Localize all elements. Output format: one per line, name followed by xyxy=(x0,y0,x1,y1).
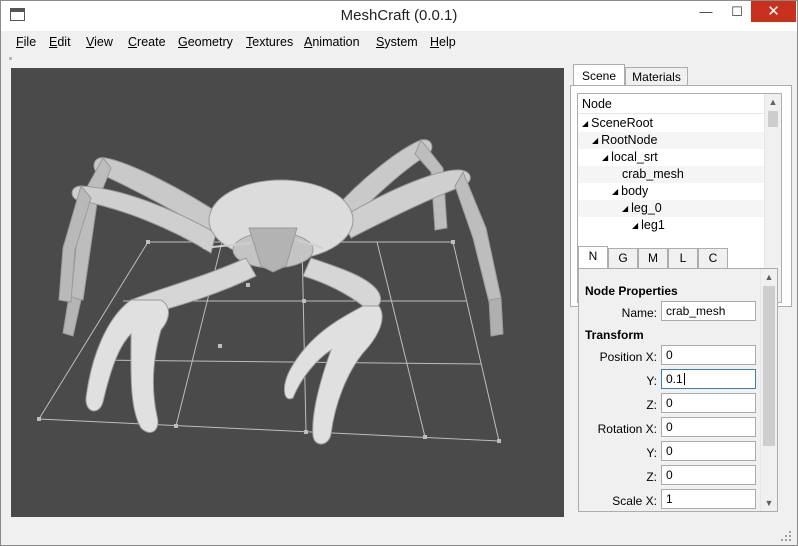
tree-row-leg-0[interactable]: ◢ leg_0 xyxy=(578,200,765,217)
tree-row-label: RootNode xyxy=(601,133,658,147)
subtab-c[interactable]: C xyxy=(698,248,728,268)
tab-scene[interactable]: Scene xyxy=(573,64,625,86)
menu-animation[interactable]: Animation xyxy=(304,35,360,49)
properties-form: Node Properties Name: crab_mesh Transfor… xyxy=(583,273,761,509)
crab-model xyxy=(58,139,504,445)
tree-row-label: leg1 xyxy=(641,218,665,232)
maximize-button[interactable]: ☐ xyxy=(722,1,752,22)
tree-row-leg1[interactable]: ◢ leg1 xyxy=(578,217,765,234)
menu-view[interactable]: View xyxy=(86,35,113,49)
scroll-down-icon[interactable]: ▼ xyxy=(761,495,777,511)
menu-help[interactable]: Help xyxy=(430,35,456,49)
menu-textures[interactable]: Textures xyxy=(246,35,293,49)
app-window: MeshCraft (0.0.1) — ☐ ✕ File Edit View C… xyxy=(0,0,798,546)
window-title: MeshCraft (0.0.1) xyxy=(340,7,458,24)
scale-x-field[interactable]: 1 xyxy=(661,489,756,509)
rotation-x-field[interactable]: 0 xyxy=(661,417,756,437)
3d-viewport[interactable] xyxy=(11,68,564,517)
position-y-field[interactable]: 0.1 xyxy=(661,369,756,389)
rotation-y-field[interactable]: 0 xyxy=(661,441,756,461)
position-y-value: 0.1 xyxy=(666,372,683,386)
menu-edit[interactable]: Edit xyxy=(49,35,71,49)
text-caret xyxy=(683,373,685,385)
tree-row-label: local_srt xyxy=(611,150,658,164)
menu-file[interactable]: File xyxy=(16,35,36,49)
expanded-triangle-icon[interactable]: ◢ xyxy=(622,200,628,217)
tree-row-label: SceneRoot xyxy=(591,116,654,130)
menu-bar: File Edit View Create Geometry Textures … xyxy=(1,31,797,53)
tree-row-sceneroot[interactable]: ◢ SceneRoot xyxy=(578,115,769,132)
expanded-triangle-icon[interactable]: ◢ xyxy=(612,183,618,200)
minimize-button[interactable]: — xyxy=(691,1,721,22)
resize-grip-icon[interactable] xyxy=(781,531,791,541)
tree-header[interactable]: Node xyxy=(578,94,765,114)
side-panel: Scene Materials Node ◢ SceneRoot ◢ RootNod… xyxy=(570,64,792,519)
position-x-field[interactable]: 0 xyxy=(661,345,756,365)
tab-materials[interactable]: Materials xyxy=(625,67,688,86)
position-x-label: Position X: xyxy=(599,350,657,364)
name-field[interactable]: crab_mesh xyxy=(661,301,756,321)
properties-scrollbar[interactable]: ▲ ▼ xyxy=(760,269,777,511)
expanded-triangle-icon[interactable]: ◢ xyxy=(632,217,638,234)
tree-row-label: body xyxy=(621,184,649,198)
tree-row-local-srt[interactable]: ◢ local_srt xyxy=(578,149,765,166)
expanded-triangle-icon[interactable]: ◢ xyxy=(582,115,588,132)
close-button[interactable]: ✕ xyxy=(751,1,796,22)
section-transform: Transform xyxy=(585,328,644,342)
menu-system[interactable]: System xyxy=(376,35,418,49)
scroll-up-icon[interactable]: ▲ xyxy=(761,269,777,285)
tree-row-crab-mesh[interactable]: crab_mesh xyxy=(578,166,765,183)
position-z-field[interactable]: 0 xyxy=(661,393,756,413)
toolbar-grip[interactable] xyxy=(9,57,12,60)
name-label: Name: xyxy=(621,306,657,320)
menu-create[interactable]: Create xyxy=(128,35,166,49)
rotation-x-label: Rotation X: xyxy=(597,422,657,436)
subtab-g[interactable]: G xyxy=(608,248,638,268)
section-node-properties: Node Properties xyxy=(585,284,678,298)
scroll-up-icon[interactable]: ▲ xyxy=(765,94,781,110)
expanded-triangle-icon[interactable]: ◢ xyxy=(592,132,598,149)
tree-row-body[interactable]: ◢ body xyxy=(578,183,765,200)
status-bar xyxy=(1,523,797,545)
tree-row-rootnode[interactable]: ◢ RootNode xyxy=(578,132,765,149)
title-bar[interactable]: MeshCraft (0.0.1) — ☐ ✕ xyxy=(1,1,797,31)
tree-row-label: leg_0 xyxy=(631,201,662,215)
rotation-z-field[interactable]: 0 xyxy=(661,465,756,485)
subtab-m[interactable]: M xyxy=(638,248,668,268)
rotation-y-label: Y: xyxy=(646,446,657,460)
position-z-label: Z: xyxy=(646,398,657,412)
scale-x-label: Scale X: xyxy=(612,494,657,508)
menu-geometry[interactable]: Geometry xyxy=(178,35,233,49)
viewport-render xyxy=(37,139,504,445)
node-properties-panel: Node Properties Name: crab_mesh Transfor… xyxy=(578,268,778,512)
subtab-n[interactable]: N xyxy=(578,246,608,268)
tree-row-label: crab_mesh xyxy=(622,167,684,181)
subtab-l[interactable]: L xyxy=(668,248,698,268)
rotation-z-label: Z: xyxy=(646,470,657,484)
expanded-triangle-icon[interactable]: ◢ xyxy=(602,149,608,166)
scrollbar-thumb[interactable] xyxy=(763,286,775,446)
scrollbar-thumb[interactable] xyxy=(768,111,778,127)
position-y-label: Y: xyxy=(646,374,657,388)
